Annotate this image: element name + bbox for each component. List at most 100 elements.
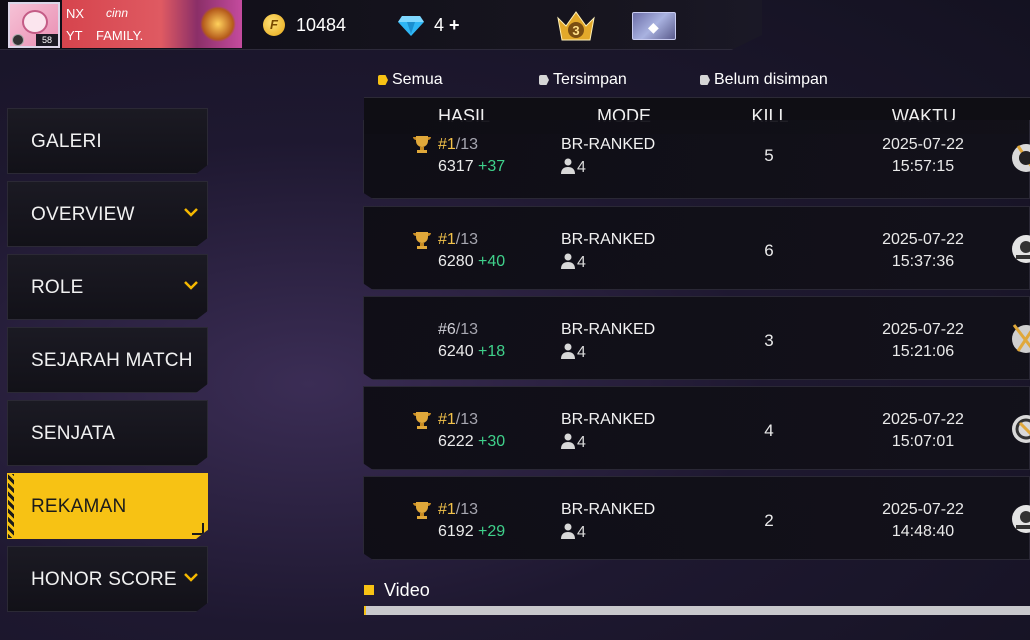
match-emblem-icon	[1012, 415, 1030, 443]
banner-line1-left: NX	[66, 6, 85, 21]
rank-position: #1	[438, 501, 456, 518]
match-rank: #1/13	[438, 136, 478, 154]
table-row[interactable]: #1/13 6222 +30 BR-RANKED 4 4 2025-07-22 …	[363, 386, 1030, 470]
squad-size: 4	[561, 523, 586, 542]
match-time: 15:37:36	[891, 253, 955, 270]
elite-card-icon[interactable]: ◆	[632, 12, 676, 40]
match-date: 2025-07-22	[882, 411, 964, 428]
player-banner[interactable]: NX cinn YT FAMILY.	[62, 0, 242, 48]
table-row[interactable]: #1/13 6192 +29 BR-RANKED 4 2 2025-07-22 …	[363, 476, 1030, 560]
kill-count: 6	[764, 241, 774, 260]
sidebar-item-sejarah-match[interactable]: SEJARAH MATCH	[7, 327, 208, 393]
filter-unsaved[interactable]: Belum disimpan	[700, 71, 828, 89]
match-emblem-icon	[1012, 144, 1030, 172]
rank-position: #6	[438, 321, 456, 338]
points-gain: +37	[478, 158, 506, 175]
person-icon	[561, 158, 575, 174]
rank-crown-icon[interactable]: 3	[554, 8, 598, 44]
sidebar-item-honor-score[interactable]: HONOR SCORE	[7, 546, 208, 612]
video-section-title: Video	[364, 580, 430, 601]
match-time: 15:07:01	[891, 433, 955, 450]
table-row[interactable]: #1/13 6317 +37 BR-RANKED 4 5 2025-07-22 …	[363, 120, 1030, 199]
person-icon	[561, 253, 575, 269]
person-icon	[561, 523, 575, 539]
match-date: 2025-07-22	[882, 321, 964, 338]
avatar-image	[22, 10, 48, 34]
section-marker-icon	[364, 585, 374, 595]
trophy-icon	[413, 136, 431, 153]
banner-line1-right: cinn	[106, 6, 129, 20]
sidebar-item-galeri[interactable]: GALERI	[7, 108, 208, 174]
sidebar-item-label: SEJARAH MATCH	[31, 350, 193, 371]
kill-count: 4	[764, 421, 774, 440]
points-value: 6317	[438, 158, 474, 175]
match-rank: #1/13	[438, 231, 478, 249]
kill-count: 5	[764, 146, 774, 165]
sidebar-item-label: REKAMAN	[31, 496, 127, 517]
coin-icon: F	[263, 14, 285, 36]
sidebar-item-rekaman[interactable]: REKAMAN	[7, 473, 208, 539]
coin-balance: 10484	[296, 15, 347, 35]
radio-unselected-icon	[539, 75, 549, 85]
diamond-balance: 4 +	[434, 15, 460, 36]
table-row[interactable]: #1/13 6280 +40 BR-RANKED 4 6 2025-07-22 …	[363, 206, 1030, 290]
sidebar-item-overview[interactable]: OVERVIEW	[7, 181, 208, 247]
squad-size: 4	[561, 158, 586, 177]
avatar-badge-icon	[12, 34, 24, 46]
match-date: 2025-07-22	[882, 231, 964, 248]
person-icon	[561, 433, 575, 449]
squad-count: 4	[577, 344, 586, 361]
points-gain: +18	[478, 343, 506, 360]
points-gain: +29	[478, 523, 506, 540]
points-gain: +30	[478, 433, 506, 450]
rank-total: /13	[455, 321, 479, 338]
points-value: 6222	[438, 433, 474, 450]
sidebar: GALERI OVERVIEW ROLE SEJARAH MATCH SENJA…	[7, 108, 209, 619]
match-date: 2025-07-22	[882, 136, 964, 153]
sidebar-item-senjata[interactable]: SENJATA	[7, 400, 208, 466]
sidebar-item-role[interactable]: ROLE	[7, 254, 208, 320]
match-rank: #1/13	[438, 411, 478, 429]
video-progress-fill	[364, 606, 366, 615]
avatar[interactable]: 58	[8, 2, 60, 48]
player-level: 58	[36, 34, 58, 46]
match-mode: BR-RANKED	[561, 136, 656, 153]
match-mode: BR-RANKED	[561, 231, 656, 248]
filter-all[interactable]: Semua	[378, 71, 443, 89]
trophy-icon	[413, 412, 431, 429]
filter-saved-label: Tersimpan	[553, 71, 627, 88]
sidebar-item-label: GALERI	[31, 131, 102, 152]
filter-all-label: Semua	[392, 71, 443, 88]
rank-total: /13	[455, 136, 479, 153]
table-row[interactable]: #6/13 6240 +18 BR-RANKED 4 3 2025-07-22 …	[363, 296, 1030, 380]
sidebar-item-label: HONOR SCORE	[31, 569, 177, 590]
rank-points: 6192 +29	[438, 523, 505, 541]
app-root: 58 NX cinn YT FAMILY. F 10484 4 + 3 ◆ GA…	[0, 0, 1030, 640]
match-time: 15:21:06	[891, 343, 955, 360]
match-mode: BR-RANKED	[561, 321, 656, 338]
banner-line2-left: YT	[66, 28, 83, 43]
match-emblem-icon	[1012, 324, 1030, 353]
rank-total: /13	[455, 231, 479, 248]
diamond-plus[interactable]: +	[449, 15, 460, 35]
video-label: Video	[384, 580, 430, 600]
kill-count: 2	[764, 511, 774, 530]
match-emblem-icon	[1012, 235, 1030, 263]
filter-unsaved-label: Belum disimpan	[714, 71, 828, 88]
points-value: 6280	[438, 253, 474, 270]
video-progress-bar[interactable]	[364, 606, 1030, 615]
trophy-icon	[413, 502, 431, 519]
match-emblem-icon	[1012, 505, 1030, 533]
filter-saved[interactable]: Tersimpan	[539, 71, 627, 89]
diamond-icon	[398, 16, 424, 36]
rank-position: #1	[438, 136, 456, 153]
squad-size: 4	[561, 433, 586, 452]
squad-count: 4	[577, 159, 586, 176]
squad-count: 4	[577, 434, 586, 451]
match-date: 2025-07-22	[882, 501, 964, 518]
points-value: 6240	[438, 343, 474, 360]
rank-points: 6222 +30	[438, 433, 505, 451]
squad-count: 4	[577, 524, 586, 541]
points-value: 6192	[438, 523, 474, 540]
chevron-down-icon	[183, 204, 199, 220]
